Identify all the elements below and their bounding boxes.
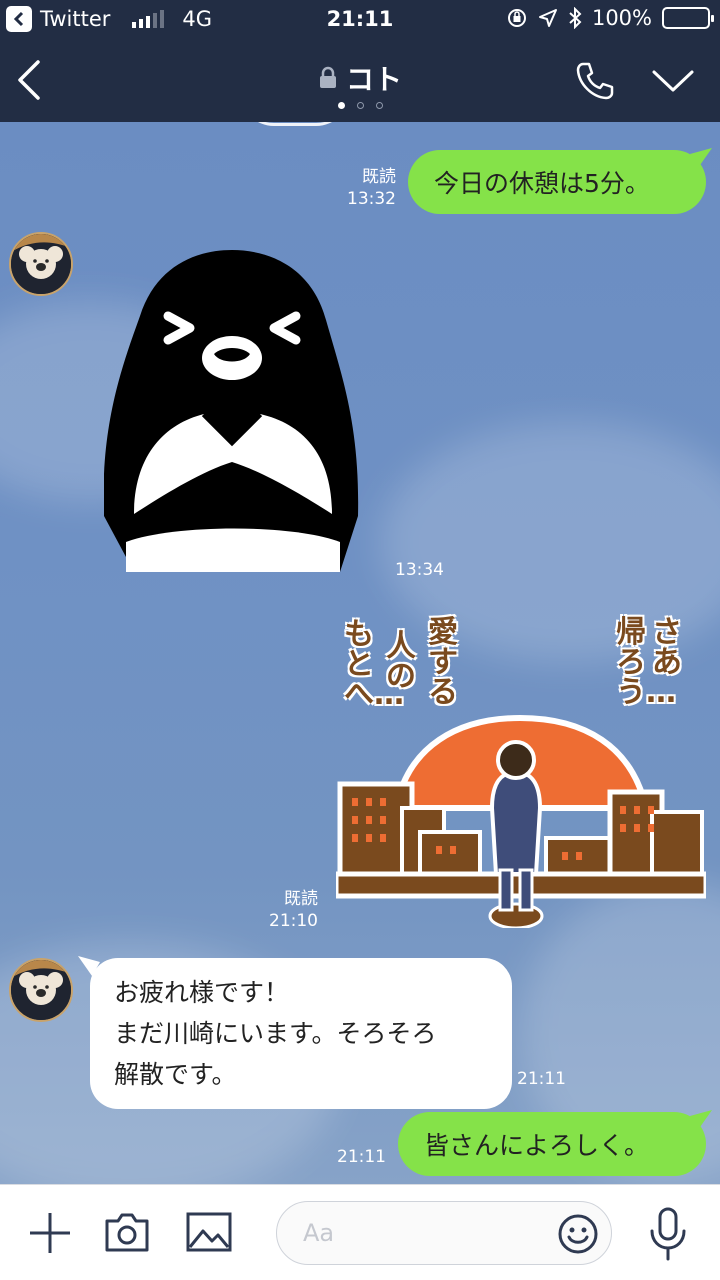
chat-header: コト (0, 40, 720, 122)
message-time: 13:32 (347, 189, 396, 209)
lock-icon (319, 66, 336, 88)
chat-history[interactable]: 既読 13:32 今日の休憩は5分。 13:34 既読 21:10 さあ 帰ろう… (0, 122, 720, 1184)
message-time: 21:10 (269, 911, 318, 931)
message-time: 21:11 (517, 1069, 566, 1089)
message-text: 皆さんによろしく。 (424, 1131, 650, 1160)
message-input[interactable] (277, 1202, 517, 1264)
bubble-tail (690, 148, 712, 168)
chevron-down-icon[interactable] (650, 66, 696, 96)
chat-partner-name: コト (345, 63, 402, 96)
message-line: 解散です。 (114, 1060, 237, 1089)
read-receipt: 既読 (362, 167, 396, 187)
camera-icon[interactable] (104, 1211, 150, 1253)
bluetooth-icon (569, 7, 582, 29)
message-input-bar (0, 1184, 720, 1280)
koala-avatar-image (11, 234, 71, 294)
emoji-icon[interactable] (557, 1213, 599, 1255)
outgoing-message-bubble[interactable]: 今日の休憩は5分。 (408, 150, 706, 214)
location-icon (538, 9, 557, 27)
avatar[interactable] (9, 958, 73, 1022)
message-input-container[interactable] (276, 1201, 612, 1265)
status-right: 100% (506, 6, 714, 30)
outgoing-message-bubble[interactable]: 皆さんによろしく。 (398, 1112, 706, 1176)
read-receipt: 既読 (284, 889, 318, 909)
page-dot (375, 102, 383, 109)
sticker-text-col: さあ (652, 615, 682, 680)
message-time: 21:11 (337, 1147, 386, 1167)
page-dot (356, 102, 364, 109)
bubble-tail (690, 1110, 712, 1130)
avatar[interactable] (9, 232, 73, 296)
previous-message-edge (240, 122, 350, 126)
microphone-icon[interactable] (648, 1207, 688, 1261)
page-indicator (0, 102, 720, 109)
page-dot (337, 102, 345, 109)
image-icon[interactable] (186, 1211, 232, 1253)
message-meta: 既読 13:32 (300, 166, 396, 210)
penguin-crossed-arms-sticker[interactable] (104, 246, 362, 572)
message-line: まだ川崎にいます。そろそろ (114, 1019, 437, 1048)
message-time: 13:34 (395, 560, 444, 580)
status-bar: Twitter 4G 21:11 100% (0, 0, 720, 40)
sticker-text-col: 帰ろう… (616, 615, 676, 710)
message-meta: 既読 21:10 (222, 888, 318, 932)
sticker-text-col: もとへ… (344, 617, 404, 712)
incoming-message-bubble[interactable]: お疲れ様です！ まだ川崎にいます。そろそろ 解散です。 (90, 958, 512, 1109)
battery-percent: 100% (591, 6, 652, 30)
sticker-caption: さあ 帰ろう… 愛する 人の もとへ… (336, 612, 706, 928)
koala-avatar-image (11, 960, 71, 1020)
sticker-text-col: 愛する (428, 615, 458, 710)
sunset-going-home-sticker[interactable]: さあ 帰ろう… 愛する 人の もとへ… (336, 612, 706, 928)
message-text: 今日の休憩は5分。 (434, 169, 650, 198)
message-line: お疲れ様です！ (114, 978, 290, 1007)
orientation-lock-icon (507, 9, 526, 27)
phone-call-icon[interactable] (574, 60, 616, 102)
battery-icon (662, 7, 714, 29)
plus-icon[interactable] (28, 1211, 72, 1255)
